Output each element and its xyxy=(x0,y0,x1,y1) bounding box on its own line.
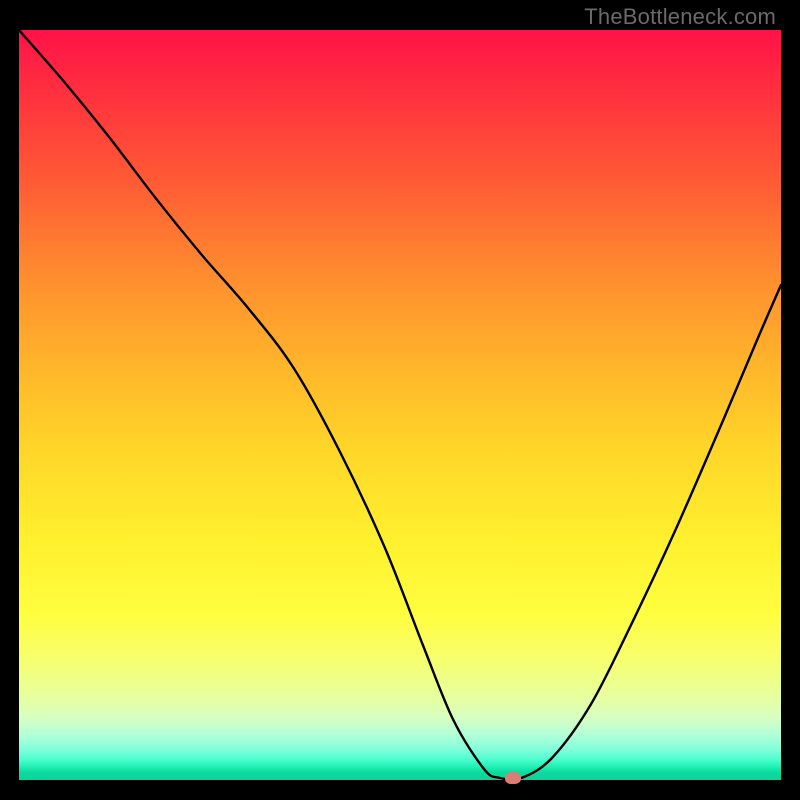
bottleneck-curve xyxy=(19,30,781,780)
plot-area xyxy=(19,30,781,780)
optimum-marker xyxy=(505,772,521,784)
watermark-label: TheBottleneck.com xyxy=(584,4,776,30)
chart-container: TheBottleneck.com xyxy=(0,0,800,800)
